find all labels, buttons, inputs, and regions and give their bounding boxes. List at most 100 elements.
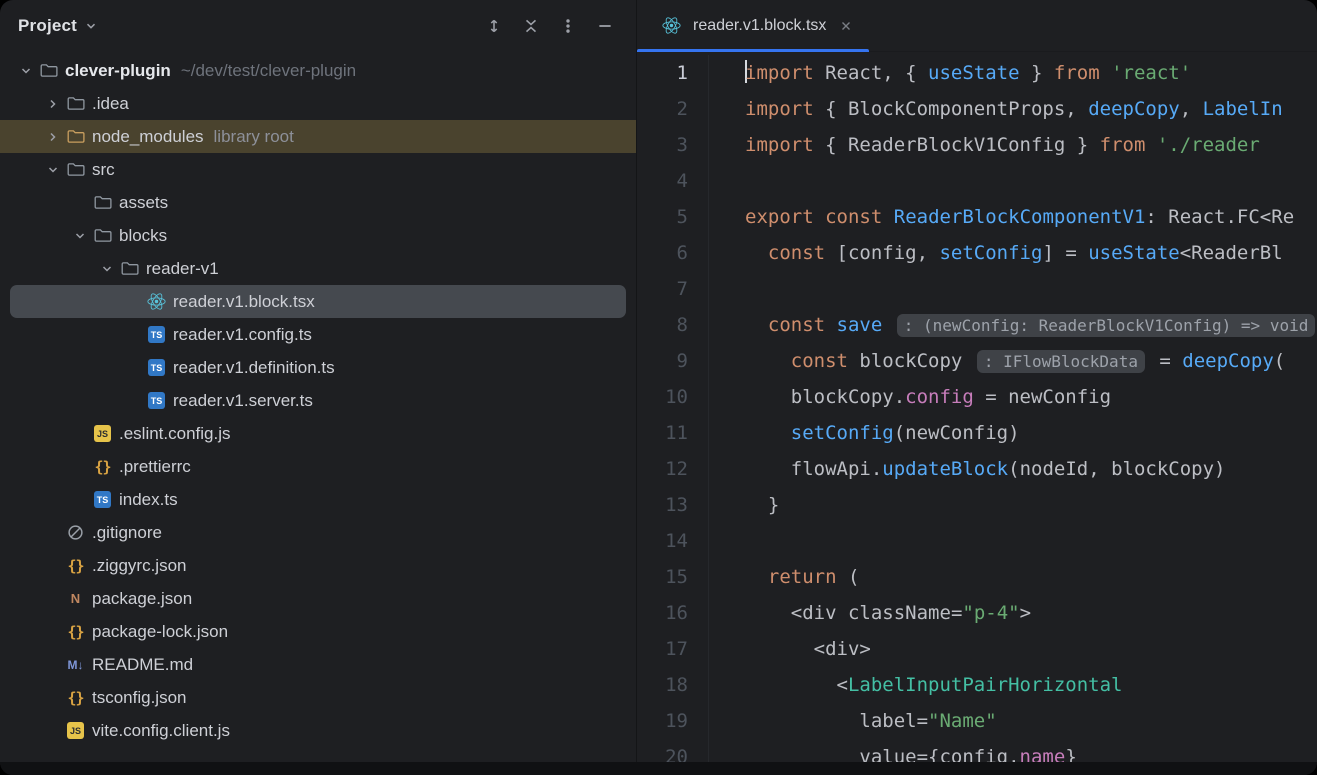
line-number: 15: [637, 559, 688, 595]
line-number: 19: [637, 703, 688, 739]
tree-item-label: index.ts: [119, 490, 178, 510]
code-line[interactable]: <div>: [745, 631, 1317, 667]
chevron-down-icon[interactable]: [16, 63, 36, 79]
code-token: className: [848, 602, 951, 624]
tree-item-package-lock-json[interactable]: {}package-lock.json: [10, 615, 626, 648]
tree-item-label: reader.v1.config.ts: [173, 325, 312, 345]
code-line[interactable]: import { BlockComponentProps, deepCopy, …: [745, 91, 1317, 127]
tree-item-blocks[interactable]: blocks: [10, 219, 626, 252]
tree-item-label: vite.config.client.js: [92, 721, 230, 741]
code-token: save: [837, 314, 883, 336]
tree-item-reader-v1-block-tsx[interactable]: reader.v1.block.tsx: [10, 285, 626, 318]
chevron-down-icon: [84, 19, 98, 33]
code-token: setConfig: [939, 242, 1042, 264]
code-token: : React.FC<Re: [1145, 206, 1294, 228]
tree-item-clever-plugin[interactable]: clever-plugin~/dev/test/clever-plugin: [10, 54, 626, 87]
code-line[interactable]: import { ReaderBlockV1Config } from './r…: [745, 127, 1317, 163]
tree-item-label: src: [92, 160, 115, 180]
code-line[interactable]: blockCopy.config = newConfig: [745, 379, 1317, 415]
code-token: { BlockComponentProps,: [814, 98, 1089, 120]
collapse-all-button[interactable]: [522, 17, 540, 35]
tree-item-subtitle: ~/dev/test/clever-plugin: [181, 61, 356, 81]
tree-item-label: reader.v1.block.tsx: [173, 292, 315, 312]
code-token: deepCopy: [1088, 98, 1180, 120]
tree-item-prettierrc[interactable]: {}.prettierrc: [10, 450, 626, 483]
code-line[interactable]: [745, 523, 1317, 559]
project-tree: clever-plugin~/dev/test/clever-plugin.id…: [0, 52, 636, 762]
code-token: LabelInputPairHorizontal: [848, 674, 1123, 696]
code-line[interactable]: flowApi.updateBlock(nodeId, blockCopy): [745, 451, 1317, 487]
tree-item-idea[interactable]: .idea: [10, 87, 626, 120]
select-opened-file-button[interactable]: [485, 17, 503, 35]
inlay-hint[interactable]: : IFlowBlockData: [977, 350, 1145, 373]
tree-item-label: node_modules: [92, 127, 204, 147]
folder-icon: [63, 162, 88, 177]
javascript-icon: JS: [63, 722, 88, 739]
tab-reader-v1-block-tsx[interactable]: reader.v1.block.tsx: [637, 0, 869, 51]
code-line[interactable]: import React, { useState } from 'react': [745, 55, 1317, 91]
tree-item-assets[interactable]: assets: [10, 186, 626, 219]
chevron-down-icon[interactable]: [70, 228, 90, 244]
code-token: [848, 350, 859, 372]
code-line[interactable]: return (: [745, 559, 1317, 595]
chevron-right-icon[interactable]: [43, 96, 63, 112]
code-token: 'react': [1111, 62, 1191, 84]
tree-item-readme-md[interactable]: M↓README.md: [10, 648, 626, 681]
inlay-hint[interactable]: : (newConfig: ReaderBlockV1Config) => vo…: [897, 314, 1316, 337]
tree-item-label: .prettierrc: [119, 457, 191, 477]
code-token: <: [745, 602, 802, 624]
more-options-button[interactable]: [559, 17, 577, 35]
code-token: flowApi.: [745, 458, 882, 480]
tree-item-package-json[interactable]: Npackage.json: [10, 582, 626, 615]
code-token: (: [837, 566, 860, 588]
code-line[interactable]: [745, 271, 1317, 307]
code-line[interactable]: export const ReaderBlockComponentV1: Rea…: [745, 199, 1317, 235]
code-token: [745, 350, 791, 372]
tree-item-node-modules[interactable]: node_moduleslibrary root: [0, 120, 636, 153]
code-line[interactable]: const save : (newConfig: ReaderBlockV1Co…: [745, 307, 1317, 343]
code-token: import: [745, 98, 814, 120]
code-line[interactable]: <LabelInputPairHorizontal: [745, 667, 1317, 703]
project-dropdown[interactable]: Project: [18, 16, 98, 36]
chevron-down-icon[interactable]: [43, 162, 63, 178]
tree-item-gitignore[interactable]: .gitignore: [10, 516, 626, 549]
tree-item-label: blocks: [119, 226, 167, 246]
tree-item-tsconfig-json[interactable]: {}tsconfig.json: [10, 681, 626, 714]
code-token: (nodeId, blockCopy): [1008, 458, 1225, 480]
code-lines: import React, { useState } from 'react'i…: [709, 55, 1317, 762]
code-line[interactable]: value={config.name}: [745, 739, 1317, 762]
tree-item-reader-v1-server-ts[interactable]: TSreader.v1.server.ts: [10, 384, 626, 417]
tree-item-label: README.md: [92, 655, 193, 675]
code-line[interactable]: label="Name": [745, 703, 1317, 739]
code-token: setConfig: [791, 422, 894, 444]
line-number: 4: [637, 163, 688, 199]
typescript-icon: TS: [144, 392, 169, 409]
code-line[interactable]: setConfig(newConfig): [745, 415, 1317, 451]
code-line[interactable]: const blockCopy : IFlowBlockData = deepC…: [745, 343, 1317, 379]
project-panel-header: Project: [0, 0, 636, 52]
code-line[interactable]: [745, 163, 1317, 199]
folder-icon: [117, 261, 142, 276]
code-line[interactable]: const [config, setConfig] = useState<Rea…: [745, 235, 1317, 271]
tree-item-vite-config-client-js[interactable]: JSvite.config.client.js: [10, 714, 626, 747]
tree-item-index-ts[interactable]: TSindex.ts: [10, 483, 626, 516]
tree-item-ziggyrc-json[interactable]: {}.ziggyrc.json: [10, 549, 626, 582]
close-icon[interactable]: [839, 19, 853, 33]
code-token: [745, 314, 768, 336]
code-token: export: [745, 206, 814, 228]
tree-item-eslint-config-js[interactable]: JS.eslint.config.js: [10, 417, 626, 450]
tree-item-reader-v1-definition-ts[interactable]: TSreader.v1.definition.ts: [10, 351, 626, 384]
chevron-right-icon[interactable]: [43, 129, 63, 145]
code-token: =: [917, 710, 928, 732]
code-token: const: [768, 314, 825, 336]
code-line[interactable]: }: [745, 487, 1317, 523]
code-token: [745, 566, 768, 588]
editor: reader.v1.block.tsx 12345678910111213141…: [637, 0, 1317, 762]
chevron-down-icon[interactable]: [97, 261, 117, 277]
hide-panel-button[interactable]: [596, 17, 614, 35]
tree-item-reader-v1-config-ts[interactable]: TSreader.v1.config.ts: [10, 318, 626, 351]
tree-item-src[interactable]: src: [10, 153, 626, 186]
line-number: 18: [637, 667, 688, 703]
tree-item-reader-v1[interactable]: reader-v1: [10, 252, 626, 285]
code-line[interactable]: <div className="p-4">: [745, 595, 1317, 631]
